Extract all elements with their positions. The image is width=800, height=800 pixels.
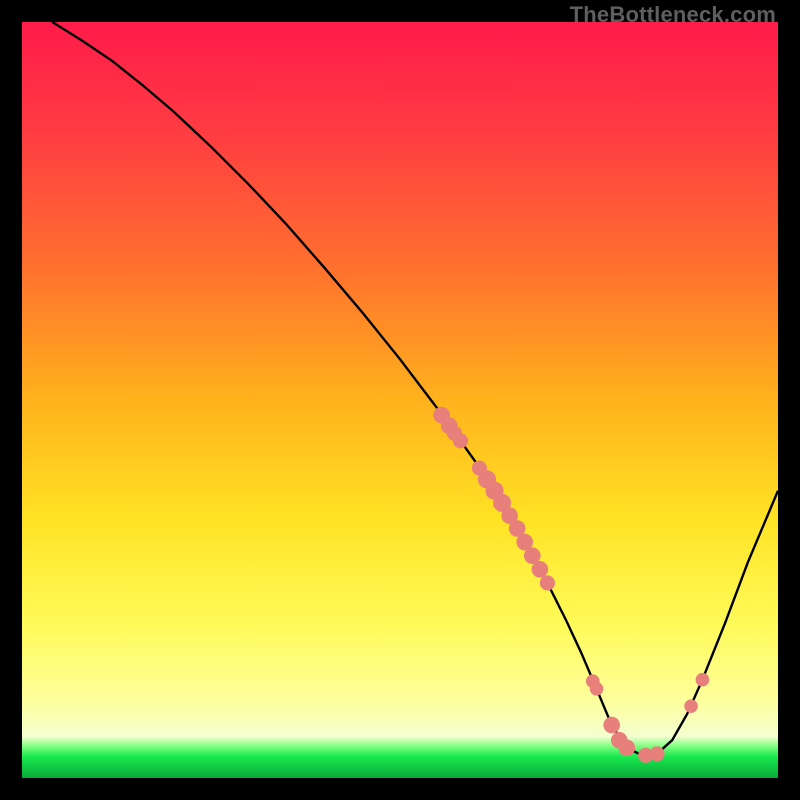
chart-svg: [22, 22, 778, 778]
chart-stage: TheBottleneck.com: [0, 0, 800, 800]
plot-area: [22, 22, 778, 778]
curve-marker: [532, 561, 549, 578]
curve-marker: [453, 433, 468, 448]
curve-marker: [590, 682, 604, 696]
plot-background: [22, 22, 778, 778]
curve-marker: [618, 739, 635, 756]
curve-marker: [603, 717, 620, 734]
curve-marker: [540, 575, 555, 590]
curve-marker: [684, 699, 698, 713]
curve-marker: [696, 673, 710, 687]
curve-marker: [649, 746, 664, 761]
